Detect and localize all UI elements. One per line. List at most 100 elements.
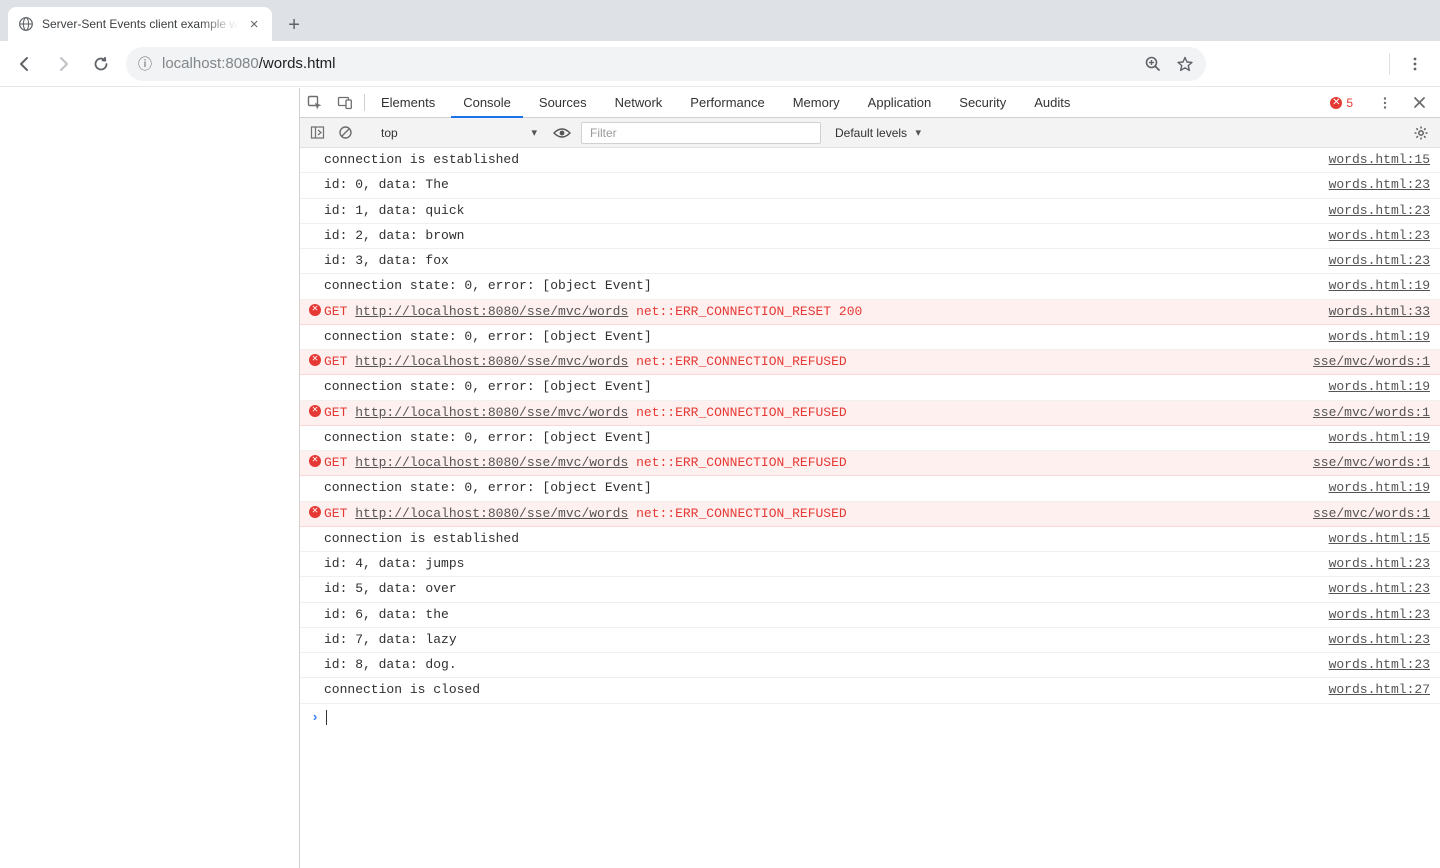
error-icon: ✕ (309, 405, 321, 417)
console-log-row: id: 0, data: Thewords.html:23 (300, 173, 1440, 198)
omnibox-url: localhost:8080/words.html (162, 55, 335, 72)
console-log-row: id: 5, data: overwords.html:23 (300, 577, 1440, 602)
devtools-close-button[interactable] (1404, 96, 1434, 109)
browser-tab-active[interactable]: Server-Sent Events client example w × (8, 7, 272, 41)
omnibox[interactable]: ⓘ localhost:8080/words.html (126, 47, 1206, 81)
request-url-link[interactable]: http://localhost:8080/sse/mvc/words (355, 304, 628, 319)
source-link[interactable]: words.html:23 (1319, 203, 1430, 219)
device-toolbar-icon[interactable] (330, 88, 360, 117)
error-count-badge[interactable]: ✕ 5 (1330, 96, 1353, 110)
source-link[interactable]: words.html:23 (1319, 177, 1430, 193)
request-url-link[interactable]: http://localhost:8080/sse/mvc/words (355, 506, 628, 521)
chevron-right-icon: › (306, 710, 324, 726)
error-icon: ✕ (309, 506, 321, 518)
source-link[interactable]: words.html:15 (1319, 531, 1430, 547)
browser-menu-button[interactable] (1398, 47, 1432, 81)
source-link[interactable]: sse/mvc/words:1 (1303, 506, 1430, 522)
devtools-tabbar: ElementsConsoleSourcesNetworkPerformance… (300, 88, 1440, 118)
source-link[interactable]: words.html:23 (1319, 228, 1430, 244)
devtools-panel: ElementsConsoleSourcesNetworkPerformance… (299, 88, 1440, 868)
zoom-icon[interactable] (1144, 55, 1162, 73)
source-link[interactable]: sse/mvc/words:1 (1303, 354, 1430, 370)
tab-close-button[interactable]: × (246, 16, 262, 32)
source-link[interactable]: words.html:23 (1319, 607, 1430, 623)
console-error-row: ✕GET http://localhost:8080/sse/mvc/words… (300, 401, 1440, 426)
execution-context-select[interactable]: top (373, 122, 543, 144)
source-link[interactable]: words.html:23 (1319, 556, 1430, 572)
devtools-tab-elements[interactable]: Elements (369, 88, 447, 117)
console-log-row: id: 4, data: jumpswords.html:23 (300, 552, 1440, 577)
request-url-link[interactable]: http://localhost:8080/sse/mvc/words (355, 405, 628, 420)
console-message: connection state: 0, error: [object Even… (324, 379, 1319, 395)
console-message: GET http://localhost:8080/sse/mvc/words … (324, 304, 1319, 320)
error-icon: ✕ (309, 354, 321, 366)
console-message: connection state: 0, error: [object Even… (324, 278, 1319, 294)
source-link[interactable]: words.html:23 (1319, 253, 1430, 269)
console-error-row: ✕GET http://localhost:8080/sse/mvc/words… (300, 451, 1440, 476)
devtools-tab-performance[interactable]: Performance (678, 88, 776, 117)
console-message: connection is closed (324, 682, 1319, 698)
console-log-row: connection is closedwords.html:27 (300, 678, 1440, 703)
new-tab-button[interactable]: + (280, 11, 308, 39)
source-link[interactable]: words.html:23 (1319, 632, 1430, 648)
tab-title: Server-Sent Events client example w (42, 17, 238, 31)
clear-console-icon[interactable] (334, 125, 356, 140)
console-filter-input[interactable] (581, 122, 821, 144)
console-settings-icon[interactable] (1408, 125, 1434, 141)
source-link[interactable]: words.html:19 (1319, 430, 1430, 446)
reload-button[interactable] (84, 47, 118, 81)
devtools-tab-application[interactable]: Application (856, 88, 944, 117)
console-log-row: id: 7, data: lazywords.html:23 (300, 628, 1440, 653)
console-message: id: 6, data: the (324, 607, 1319, 623)
back-button[interactable] (8, 47, 42, 81)
devtools-tab-network[interactable]: Network (603, 88, 675, 117)
inspect-element-icon[interactable] (300, 88, 330, 117)
source-link[interactable]: words.html:27 (1319, 682, 1430, 698)
bookmark-star-icon[interactable] (1176, 55, 1194, 73)
console-message: id: 3, data: fox (324, 253, 1319, 269)
console-message: connection state: 0, error: [object Even… (324, 430, 1319, 446)
source-link[interactable]: words.html:23 (1319, 657, 1430, 673)
console-message: GET http://localhost:8080/sse/mvc/words … (324, 405, 1303, 421)
source-link[interactable]: words.html:33 (1319, 304, 1430, 320)
browser-tabstrip: Server-Sent Events client example w × + (0, 0, 1440, 41)
source-link[interactable]: words.html:19 (1319, 379, 1430, 395)
console-log-row: id: 3, data: foxwords.html:23 (300, 249, 1440, 274)
source-link[interactable]: sse/mvc/words:1 (1303, 455, 1430, 471)
console-prompt[interactable]: › (300, 704, 1440, 732)
source-link[interactable]: words.html:15 (1319, 152, 1430, 168)
source-link[interactable]: words.html:23 (1319, 581, 1430, 597)
source-link[interactable]: words.html:19 (1319, 278, 1430, 294)
source-link[interactable]: words.html:19 (1319, 480, 1430, 496)
devtools-tab-console[interactable]: Console (451, 88, 523, 118)
console-output[interactable]: connection is establishedwords.html:15id… (300, 148, 1440, 868)
console-message: id: 1, data: quick (324, 203, 1319, 219)
console-log-row: connection state: 0, error: [object Even… (300, 274, 1440, 299)
console-message: connection state: 0, error: [object Even… (324, 329, 1319, 345)
console-message: connection is established (324, 152, 1319, 168)
console-toolbar: top Default levels (300, 118, 1440, 148)
console-log-row: id: 6, data: thewords.html:23 (300, 603, 1440, 628)
site-info-icon[interactable]: ⓘ (138, 54, 152, 74)
devtools-tab-security[interactable]: Security (947, 88, 1018, 117)
console-error-row: ✕GET http://localhost:8080/sse/mvc/words… (300, 350, 1440, 375)
devtools-tab-memory[interactable]: Memory (781, 88, 852, 117)
source-link[interactable]: words.html:19 (1319, 329, 1430, 345)
console-message: id: 8, data: dog. (324, 657, 1319, 673)
console-message: GET http://localhost:8080/sse/mvc/words … (324, 354, 1303, 370)
browser-toolbar: ⓘ localhost:8080/words.html (0, 41, 1440, 87)
request-url-link[interactable]: http://localhost:8080/sse/mvc/words (355, 354, 628, 369)
devtools-tab-sources[interactable]: Sources (527, 88, 599, 117)
console-log-row: connection is establishedwords.html:15 (300, 527, 1440, 552)
log-levels-select[interactable]: Default levels (827, 122, 925, 144)
console-sidebar-toggle-icon[interactable] (306, 125, 328, 140)
devtools-menu-button[interactable] (1370, 96, 1400, 110)
console-log-row: id: 8, data: dog.words.html:23 (300, 653, 1440, 678)
live-expression-icon[interactable] (549, 127, 575, 139)
console-log-row: connection state: 0, error: [object Even… (300, 375, 1440, 400)
error-icon: ✕ (309, 304, 321, 316)
forward-button[interactable] (46, 47, 80, 81)
source-link[interactable]: sse/mvc/words:1 (1303, 405, 1430, 421)
request-url-link[interactable]: http://localhost:8080/sse/mvc/words (355, 455, 628, 470)
devtools-tab-audits[interactable]: Audits (1022, 88, 1082, 117)
